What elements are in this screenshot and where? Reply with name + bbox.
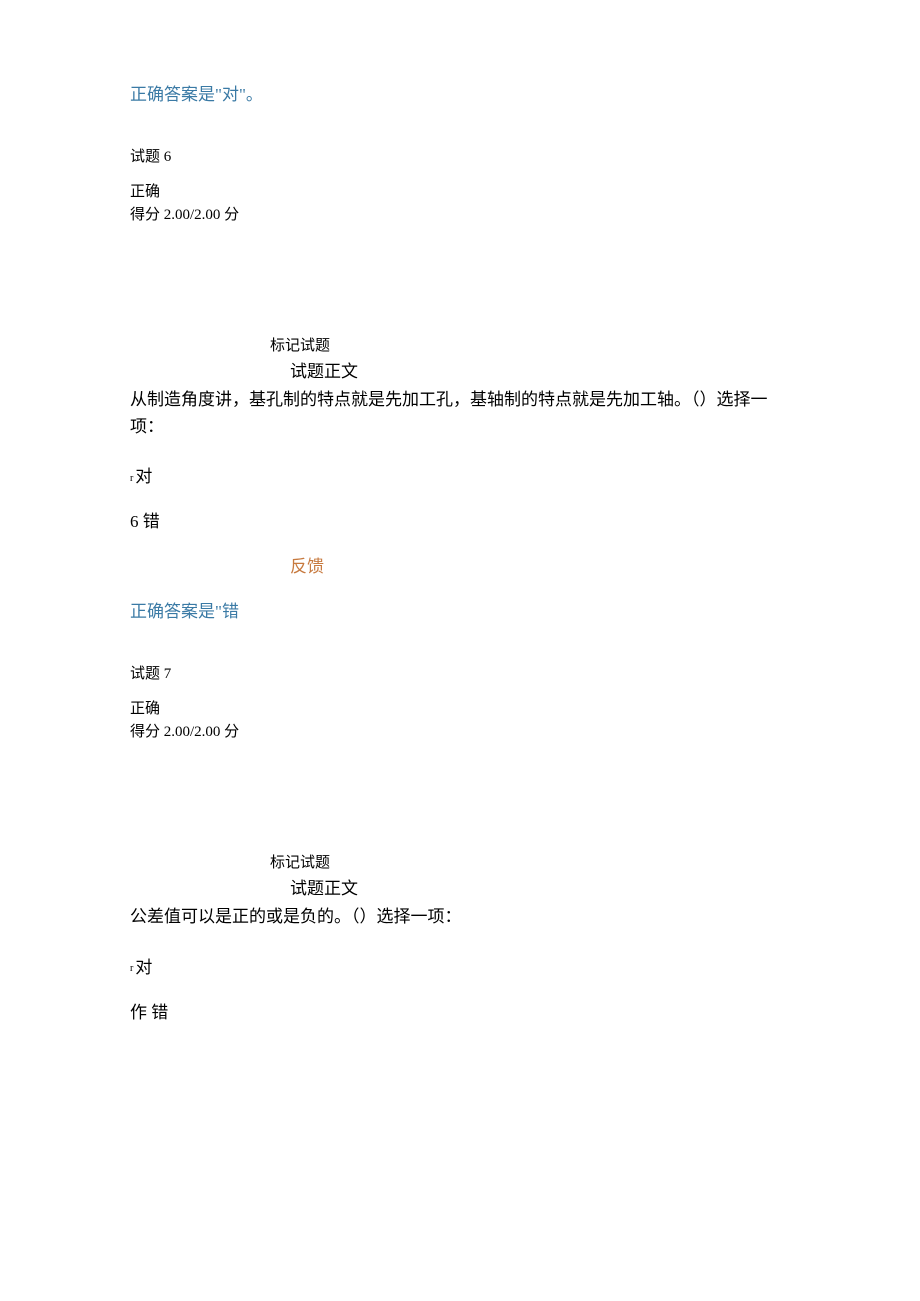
question-block-6: 试题 6 正确 得分 2.00/2.00 分 标记试题 试题正文 从制造角度讲，… bbox=[130, 145, 800, 622]
option-label: 对 bbox=[135, 958, 152, 977]
question-number: 试题 7 bbox=[130, 662, 800, 683]
question-text: 公差值可以是正的或是负的。（）选择一项： bbox=[130, 903, 800, 930]
option-false[interactable]: 作 错 bbox=[130, 998, 800, 1023]
mark-question-link[interactable]: 标记试题 bbox=[270, 334, 800, 355]
score-line: 得分 2.00/2.00 分 bbox=[130, 203, 800, 224]
question-text: 从制造角度讲，基孔制的特点就是先加工孔，基轴制的特点就是先加工轴。（）选择一项： bbox=[130, 386, 800, 440]
score-line: 得分 2.00/2.00 分 bbox=[130, 720, 800, 741]
feedback-heading: 反馈 bbox=[290, 552, 800, 577]
option-label: 对 bbox=[135, 467, 152, 486]
option-true[interactable]: r对 bbox=[130, 462, 800, 487]
option-label: 作 错 bbox=[130, 1003, 168, 1022]
radio-icon: r bbox=[130, 473, 133, 484]
mark-question-link[interactable]: 标记试题 bbox=[270, 851, 800, 872]
status-label: 正确 bbox=[130, 180, 800, 201]
radio-icon: r bbox=[130, 963, 133, 974]
option-true[interactable]: r对 bbox=[130, 953, 800, 978]
document-page: 正确答案是"对"。 试题 6 正确 得分 2.00/2.00 分 标记试题 试题… bbox=[0, 0, 920, 1143]
question-body-title: 试题正文 bbox=[290, 874, 800, 899]
answer-line-q6: 正确答案是"错 bbox=[130, 597, 800, 622]
question-block-7: 试题 7 正确 得分 2.00/2.00 分 标记试题 试题正文 公差值可以是正… bbox=[130, 662, 800, 1022]
option-false[interactable]: 6 错 bbox=[130, 507, 800, 532]
answer-line-q5: 正确答案是"对"。 bbox=[130, 80, 800, 105]
question-number: 试题 6 bbox=[130, 145, 800, 166]
status-label: 正确 bbox=[130, 697, 800, 718]
option-label: 6 错 bbox=[130, 512, 160, 531]
question-body-title: 试题正文 bbox=[290, 357, 800, 382]
